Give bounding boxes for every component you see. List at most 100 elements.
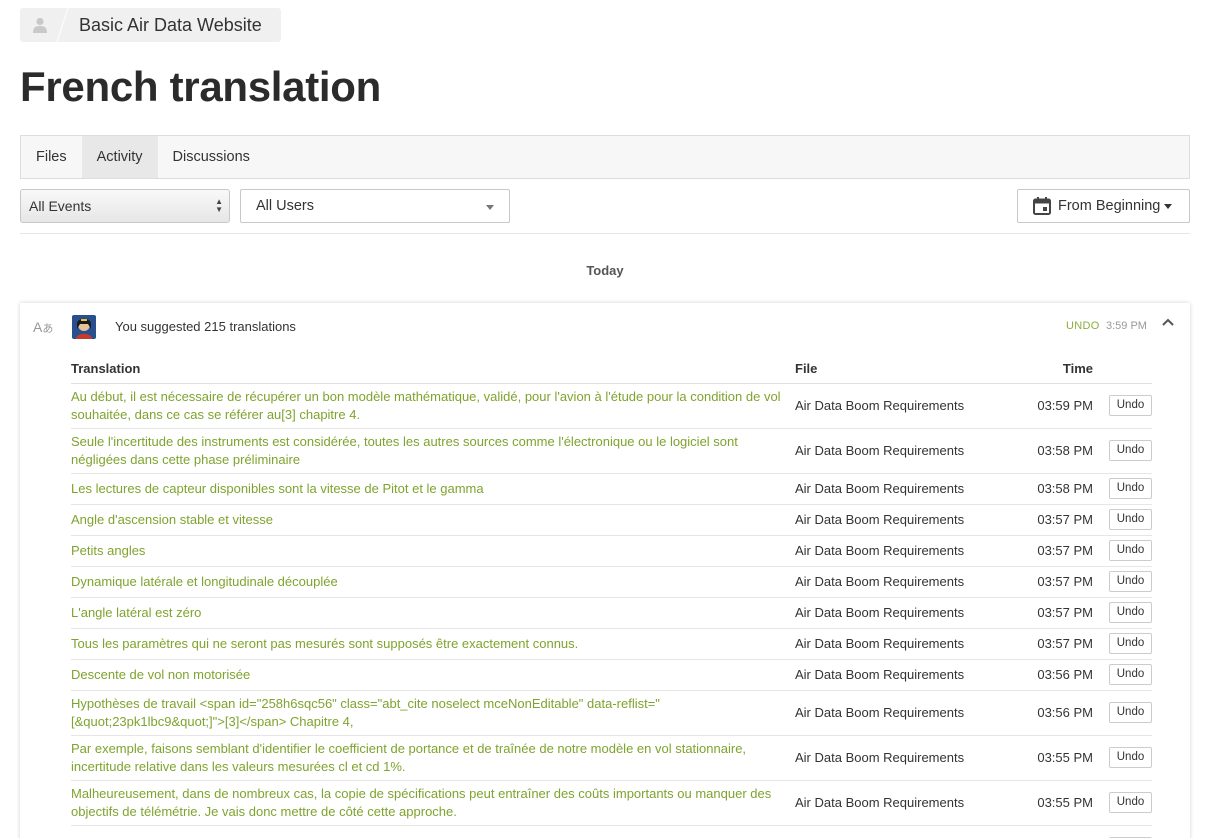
table-row: L'angle latéral est zéro Air Data Boom Re… bbox=[71, 597, 1152, 629]
users-filter-select[interactable]: All Users bbox=[240, 189, 510, 223]
row-time: 03:57 PM bbox=[1005, 504, 1093, 536]
translation-text[interactable]: Dynamique latérale et longitudinale déco… bbox=[71, 566, 795, 598]
file-name[interactable]: Air Data Boom Requirements bbox=[795, 628, 1005, 660]
row-time: 03:57 PM bbox=[1005, 597, 1093, 629]
chevron-up-icon[interactable] bbox=[1161, 317, 1175, 327]
user-icon[interactable] bbox=[20, 8, 60, 42]
file-name[interactable]: Air Data Boom Requirements bbox=[795, 659, 1005, 691]
events-filter-value: All Events bbox=[29, 198, 92, 214]
row-action: Undo bbox=[1093, 383, 1152, 429]
row-time: 03:55 PM bbox=[1005, 780, 1093, 826]
table-row: Au début, il est nécessaire de récupérer… bbox=[71, 383, 1152, 429]
tab-bar: Files Activity Discussions bbox=[20, 135, 1190, 179]
undo-all-link[interactable]: UNDO bbox=[1066, 320, 1100, 332]
activity-event-card: Aあ You suggested 215 translations UNDO 3… bbox=[20, 303, 1190, 838]
row-time: 03:57 PM bbox=[1005, 628, 1093, 660]
row-time: 03:56 PM bbox=[1005, 690, 1093, 736]
row-action: Undo bbox=[1093, 428, 1152, 474]
caret-down-icon bbox=[1164, 203, 1173, 209]
row-action: Undo bbox=[1093, 504, 1152, 536]
table-row: Angle d'ascension stable et vitesse Air D… bbox=[71, 504, 1152, 536]
users-filter-value: All Users bbox=[256, 198, 315, 214]
undo-button[interactable]: Undo bbox=[1109, 540, 1152, 561]
column-header-time: Time bbox=[1005, 355, 1093, 384]
undo-button[interactable]: Undo bbox=[1109, 664, 1152, 685]
row-action: Undo bbox=[1093, 473, 1152, 505]
translation-text[interactable]: Angle d'ascension stable et vitesse bbox=[71, 504, 795, 536]
translation-text[interactable]: Petits angles bbox=[71, 535, 795, 567]
row-action: Undo bbox=[1093, 780, 1152, 826]
undo-button[interactable]: Undo bbox=[1109, 395, 1152, 416]
translation-text[interactable]: Malheureusement, dans de nombreux cas, l… bbox=[71, 780, 795, 826]
row-action: Undo bbox=[1093, 735, 1152, 781]
translation-text[interactable]: Seule l'incertitude des instruments est … bbox=[71, 428, 795, 474]
undo-button[interactable]: Undo bbox=[1109, 702, 1152, 723]
file-name[interactable]: Air Data Boom Requirements bbox=[795, 428, 1005, 474]
row-action: Undo bbox=[1093, 535, 1152, 567]
file-name[interactable]: Air Data Boom Requirements bbox=[795, 504, 1005, 536]
row-action: Undo bbox=[1093, 659, 1152, 691]
row-time: 03:58 PM bbox=[1005, 473, 1093, 505]
row-action: Undo bbox=[1093, 566, 1152, 598]
table-row: Seule l'incertitude des instruments est … bbox=[71, 428, 1152, 474]
file-name[interactable]: Air Data Boom Requirements bbox=[795, 780, 1005, 826]
translation-text[interactable]: Tous les paramètres qui ne seront pas me… bbox=[71, 628, 795, 660]
divider bbox=[20, 233, 1190, 234]
file-name[interactable]: Air Data Boom Requirements bbox=[795, 383, 1005, 429]
column-header-file: File bbox=[795, 355, 1005, 384]
file-name[interactable]: Air Data Boom Requirements bbox=[795, 597, 1005, 629]
tab-files[interactable]: Files bbox=[21, 136, 82, 178]
table-row: Tous les paramètres qui ne seront pas me… bbox=[71, 628, 1152, 660]
row-time: 03:55 PM bbox=[1005, 735, 1093, 781]
breadcrumb: Basic Air Data Website bbox=[20, 8, 281, 42]
translate-icon: Aあ bbox=[33, 319, 54, 335]
undo-button[interactable]: Undo bbox=[1109, 478, 1152, 499]
column-header-actions bbox=[1093, 355, 1152, 384]
translation-text[interactable]: Descente de vol non motorisée bbox=[71, 659, 795, 691]
row-action: Undo bbox=[1093, 597, 1152, 629]
translation-text[interactable]: Les lectures de capteur disponibles sont… bbox=[71, 473, 795, 505]
table-row: Descente de vol non motorisée Air Data Bo… bbox=[71, 659, 1152, 691]
translation-text[interactable]: Si nous sommes incapables de mettre en p… bbox=[71, 825, 795, 838]
table-row: Par exemple, faisons semblant d'identifi… bbox=[71, 735, 1152, 781]
row-action: Undo bbox=[1093, 628, 1152, 660]
undo-button[interactable]: Undo bbox=[1109, 602, 1152, 623]
tab-activity[interactable]: Activity bbox=[81, 136, 158, 178]
file-name[interactable]: Air Data Boom Requirements bbox=[795, 735, 1005, 781]
file-name[interactable]: Air Data Boom Requirements bbox=[795, 825, 1005, 838]
calendar-icon bbox=[1033, 197, 1051, 215]
date-range-button[interactable]: From Beginning bbox=[1017, 189, 1190, 223]
table-row: Hypothèses de travail <span id="258h6sqc… bbox=[71, 690, 1152, 736]
updown-arrows-icon: ▲ ▼ bbox=[215, 197, 223, 214]
translation-text[interactable]: Par exemple, faisons semblant d'identifi… bbox=[71, 735, 795, 781]
undo-button[interactable]: Undo bbox=[1109, 792, 1152, 813]
file-name[interactable]: Air Data Boom Requirements bbox=[795, 566, 1005, 598]
tab-discussions[interactable]: Discussions bbox=[158, 136, 265, 178]
event-summary: You suggested 215 translations bbox=[115, 319, 296, 334]
undo-button[interactable]: Undo bbox=[1109, 747, 1152, 768]
row-time: 03:59 PM bbox=[1005, 383, 1093, 429]
table-row: Dynamique latérale et longitudinale déco… bbox=[71, 566, 1152, 598]
column-header-translation: Translation bbox=[71, 355, 795, 384]
breadcrumb-project-link[interactable]: Basic Air Data Website bbox=[63, 15, 262, 36]
translations-table: Translation File Time Au début, il est n… bbox=[71, 355, 1152, 838]
day-heading: Today bbox=[586, 263, 624, 278]
table-row: Petits angles Air Data Boom Requirements 0… bbox=[71, 535, 1152, 567]
undo-button[interactable]: Undo bbox=[1109, 440, 1152, 461]
undo-button[interactable]: Undo bbox=[1109, 633, 1152, 654]
undo-button[interactable]: Undo bbox=[1109, 509, 1152, 530]
page-title: French translation bbox=[20, 63, 381, 110]
table-row: Malheureusement, dans de nombreux cas, l… bbox=[71, 780, 1152, 826]
translation-text[interactable]: L'angle latéral est zéro bbox=[71, 597, 795, 629]
translation-text[interactable]: Hypothèses de travail <span id="258h6sqc… bbox=[71, 690, 795, 736]
file-name[interactable]: Air Data Boom Requirements bbox=[795, 535, 1005, 567]
date-range-label: From Beginning bbox=[1058, 198, 1161, 214]
row-time: 03:55 PM bbox=[1005, 825, 1093, 838]
events-filter-select[interactable]: All Events ▲ ▼ bbox=[20, 189, 230, 223]
file-name[interactable]: Air Data Boom Requirements bbox=[795, 473, 1005, 505]
undo-button[interactable]: Undo bbox=[1109, 571, 1152, 592]
row-time: 03:57 PM bbox=[1005, 566, 1093, 598]
file-name[interactable]: Air Data Boom Requirements bbox=[795, 690, 1005, 736]
translation-text[interactable]: Au début, il est nécessaire de récupérer… bbox=[71, 383, 795, 429]
row-action: Undo bbox=[1093, 825, 1152, 838]
